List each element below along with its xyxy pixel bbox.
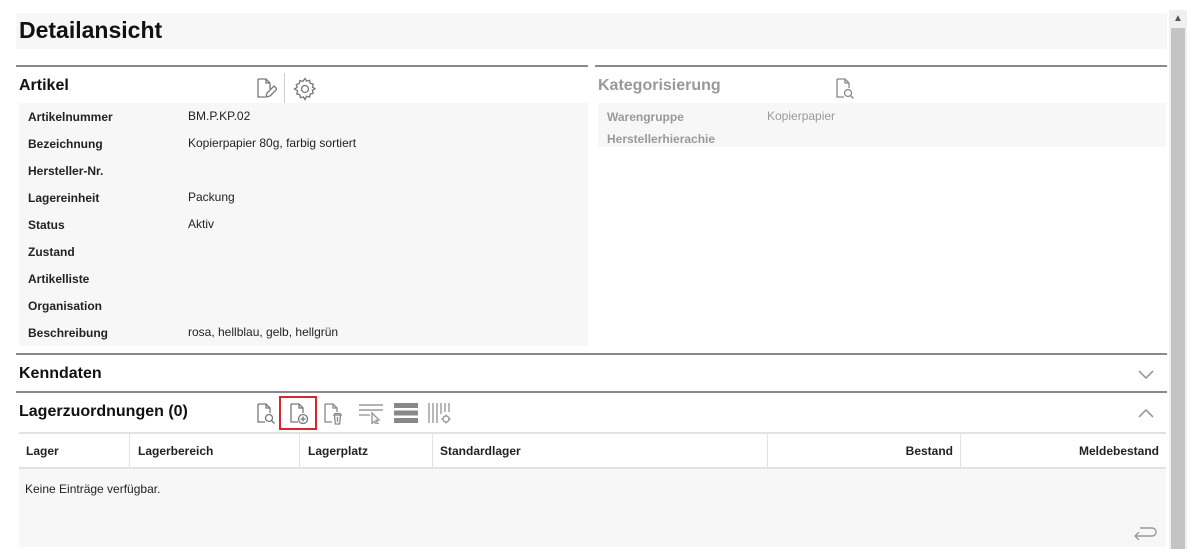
column-header-lagerplatz[interactable]: Lagerplatz bbox=[308, 444, 368, 458]
artikel-section-header: Artikel bbox=[16, 65, 588, 105]
filter-select-icon[interactable] bbox=[358, 402, 384, 424]
column-header-standardlager[interactable]: Standardlager bbox=[440, 444, 521, 458]
field-row: Organisation bbox=[19, 292, 588, 319]
column-header-bestand[interactable]: Bestand bbox=[906, 444, 953, 458]
search-document-icon[interactable] bbox=[253, 402, 277, 426]
page-header: Detailansicht bbox=[16, 13, 1167, 49]
field-value: Aktiv bbox=[188, 217, 215, 231]
kategorisierung-title: Kategorisierung bbox=[598, 77, 721, 94]
column-header-meldebestand[interactable]: Meldebestand bbox=[1079, 444, 1159, 458]
field-value: Kopierpapier bbox=[767, 109, 836, 123]
chevron-down-icon[interactable] bbox=[1137, 368, 1157, 382]
kategorisierung-fields: Warengruppe Kopierpapier Herstellerhiera… bbox=[598, 103, 1166, 147]
column-divider[interactable] bbox=[960, 434, 961, 469]
field-row: Bezeichnung Kopierpapier 80g, farbig sor… bbox=[19, 130, 588, 157]
add-document-icon[interactable] bbox=[286, 402, 310, 426]
field-label: Artikelnummer bbox=[28, 110, 113, 124]
list-view-icon[interactable] bbox=[393, 402, 419, 424]
field-row: Beschreibung rosa, hellblau, gelb, hellg… bbox=[19, 319, 588, 346]
lagerzuordnungen-table-header: Lager Lagerbereich Lagerplatz Standardla… bbox=[19, 432, 1166, 469]
field-label: Artikelliste bbox=[28, 272, 90, 286]
lagerzuordnungen-title: Lagerzuordnungen (0) bbox=[19, 403, 188, 420]
field-value: Packung bbox=[188, 190, 235, 204]
gear-icon[interactable] bbox=[293, 77, 317, 101]
field-row: Status Aktiv bbox=[19, 211, 588, 238]
kenndaten-section-header[interactable]: Kenndaten bbox=[16, 353, 1167, 391]
kenndaten-title: Kenndaten bbox=[19, 365, 102, 382]
artikel-title: Artikel bbox=[19, 77, 69, 94]
return-icon[interactable] bbox=[1132, 524, 1158, 544]
field-row: Warengruppe Kopierpapier bbox=[598, 103, 1166, 125]
page-title: Detailansicht bbox=[19, 17, 163, 43]
edit-document-icon[interactable] bbox=[253, 77, 277, 101]
column-divider[interactable] bbox=[299, 434, 300, 469]
kategorisierung-section-header: Kategorisierung bbox=[595, 65, 1167, 105]
lagerzuordnungen-section-header: Lagerzuordnungen (0) bbox=[16, 391, 1167, 432]
field-value: Kopierpapier 80g, farbig sortiert bbox=[188, 136, 357, 150]
scroll-up-icon[interactable]: ▲ bbox=[1169, 10, 1187, 28]
field-label: Zustand bbox=[28, 245, 75, 259]
field-label: Herstellerhierachie bbox=[607, 132, 716, 146]
artikel-fields: Artikelnummer BM.P.KP.02 Bezeichnung Kop… bbox=[19, 103, 588, 346]
field-row: Herstellerhierachie bbox=[598, 125, 1166, 147]
vertical-scrollbar[interactable]: ▲ bbox=[1169, 10, 1187, 549]
toolbar-divider bbox=[284, 73, 285, 103]
field-label: Organisation bbox=[28, 299, 103, 313]
delete-document-icon[interactable] bbox=[320, 402, 344, 426]
column-divider[interactable] bbox=[129, 434, 130, 469]
field-row: Lagereinheit Packung bbox=[19, 184, 588, 211]
chevron-up-icon[interactable] bbox=[1137, 406, 1157, 420]
field-label: Beschreibung bbox=[28, 326, 109, 340]
field-label: Hersteller-Nr. bbox=[28, 164, 104, 178]
field-value: BM.P.KP.02 bbox=[188, 109, 251, 123]
field-value: rosa, hellblau, gelb, hellgrün bbox=[188, 325, 339, 339]
field-label: Warengruppe bbox=[607, 110, 684, 124]
column-header-lagerbereich[interactable]: Lagerbereich bbox=[138, 444, 213, 458]
empty-state-text: Keine Einträge verfügbar. bbox=[25, 482, 161, 496]
field-row: Artikelnummer BM.P.KP.02 bbox=[19, 103, 588, 130]
field-row: Hersteller-Nr. bbox=[19, 157, 588, 184]
search-document-icon[interactable] bbox=[832, 77, 856, 101]
column-settings-icon[interactable] bbox=[427, 401, 453, 425]
field-label: Status bbox=[28, 218, 65, 232]
column-header-lager[interactable]: Lager bbox=[26, 444, 59, 458]
field-label: Bezeichnung bbox=[28, 137, 103, 151]
field-label: Lagereinheit bbox=[28, 191, 100, 205]
field-row: Artikelliste bbox=[19, 265, 588, 292]
column-divider[interactable] bbox=[767, 434, 768, 469]
scrollbar-thumb[interactable] bbox=[1171, 28, 1185, 549]
lagerzuordnungen-table-body: Keine Einträge verfügbar. bbox=[19, 469, 1166, 547]
detail-view: Detailansicht ▲ Artikel Artikelnummer BM… bbox=[0, 0, 1187, 549]
column-divider[interactable] bbox=[432, 434, 433, 469]
field-row: Zustand bbox=[19, 238, 588, 265]
